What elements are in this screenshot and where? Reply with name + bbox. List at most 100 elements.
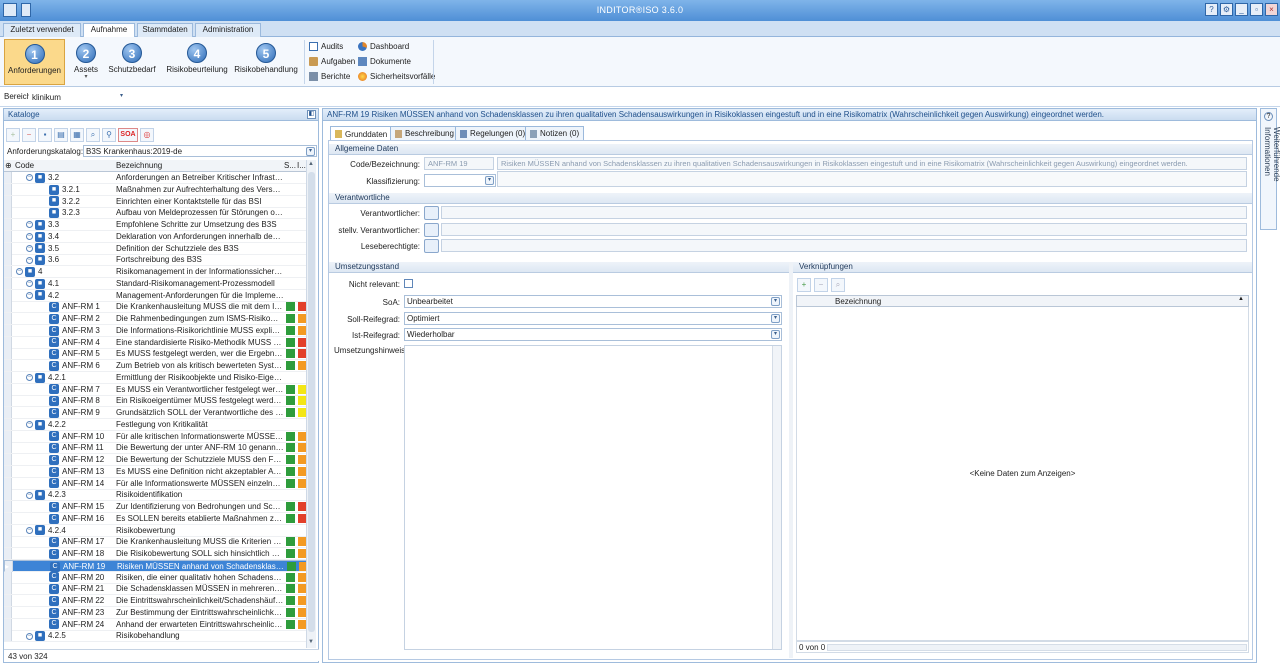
col-bezeichnung[interactable]: Bezeichnung (116, 161, 162, 170)
verantwortlicher-field[interactable] (441, 206, 1247, 219)
collapse-toggle-icon[interactable]: − (26, 291, 33, 299)
col-i[interactable]: I... (297, 161, 306, 170)
print-icon[interactable]: ▦ (70, 127, 84, 142)
dashboard-link[interactable]: Dashboard (358, 40, 409, 53)
scroll-down-icon[interactable]: ▼ (308, 639, 315, 647)
table-row[interactable]: C ANF-RM 8 Ein Risikoeigentümer MUSS festg… (4, 395, 310, 408)
tab-regelungen[interactable]: Regelungen (0) (455, 126, 531, 140)
collapse-toggle-icon[interactable]: − (26, 280, 33, 288)
stellv-verantwortlicher-field[interactable] (441, 223, 1247, 236)
table-row[interactable]: − ■ 4.2.2 Festlegung von Kritikalität (4, 418, 310, 431)
table-row[interactable]: C ANF-RM 10 Für alle kritischen Informatio… (4, 430, 310, 443)
ist-reifegrad-select[interactable]: Wiederholbar ▾ (404, 328, 782, 341)
col-code[interactable]: Code (15, 161, 34, 170)
collapse-toggle-icon[interactable]: − (26, 421, 33, 429)
table-row[interactable]: C ANF-RM 11 Die Bewertung der unter ANF-RM… (4, 442, 310, 455)
soa-select[interactable]: Unbearbeitet ▾ (404, 295, 782, 308)
user-picker-icon[interactable] (424, 239, 439, 253)
grid-scrollbar[interactable]: ▲ ▼ (306, 160, 316, 648)
table-row[interactable]: − ■ 3.4 Deklaration von Anforderungen inner… (4, 230, 310, 243)
weiterfuehrende-panel[interactable]: ? Weiterführende Informationen (1260, 108, 1280, 230)
tab-grunddaten[interactable]: Grunddaten (330, 126, 393, 141)
add-icon[interactable]: + (6, 127, 20, 142)
tab-administration[interactable]: Administration (195, 23, 261, 37)
code-field[interactable]: ANF-RM 19 (424, 157, 494, 170)
collapse-icon[interactable]: ◧ (307, 110, 316, 119)
export-icon[interactable]: ▤ (54, 127, 68, 142)
table-row[interactable]: − ■ 3.5 Definition der Schutzziele des B3S (4, 242, 310, 255)
table-row[interactable]: − ■ 3.2 Anforderungen an Betreiber Kritisch… (4, 172, 310, 184)
collapse-toggle-icon[interactable]: − (26, 491, 33, 499)
tab-aufnahme[interactable]: Aufnahme (83, 23, 135, 38)
h-scrollbar[interactable] (827, 644, 1247, 651)
leseberechtigte-field[interactable] (441, 239, 1247, 252)
tab-stammdaten[interactable]: Stammdaten (137, 23, 193, 37)
col-verkn-bezeichnung[interactable]: Bezeichnung (835, 297, 881, 306)
collapse-toggle-icon[interactable]: − (26, 233, 33, 241)
tab-beschreibung[interactable]: Beschreibung (390, 126, 459, 140)
katalog-select[interactable]: B3S Krankenhaus:2019-de ▾ (83, 145, 317, 157)
table-row[interactable]: ■ 3.2.1 Maßnahmen zur Aufrechterhaltung de… (4, 183, 310, 196)
table-row[interactable]: C ANF-RM 18 Die Risikobewertung SOLL sich … (4, 548, 310, 560)
collapse-toggle-icon[interactable]: − (26, 256, 33, 264)
remove-icon[interactable]: − (22, 127, 36, 142)
aufgaben-link[interactable]: Aufgaben (309, 55, 355, 68)
close-icon[interactable]: × (1265, 3, 1278, 16)
table-row[interactable]: ■ 3.2.2 Einrichten einer Kontaktstelle für… (4, 195, 310, 208)
anforderungen-button[interactable]: 1 Anforderungen (4, 39, 65, 85)
col-s[interactable]: S... (284, 161, 296, 170)
table-row[interactable]: C ANF-RM 16 Es SOLLEN bereits etablierte M… (4, 512, 310, 525)
table-row[interactable]: C ANF-RM 4 Eine standardisierte Risiko-Met… (4, 336, 310, 349)
restore-icon[interactable]: ▫ (1250, 3, 1263, 16)
scroll-up-icon[interactable]: ▲ (308, 161, 315, 169)
sicherheitsvorfaelle-link[interactable]: Sicherheitsvorfälle (358, 70, 435, 83)
table-row[interactable]: C ANF-RM 12 Die Bewertung der Schutzziele … (4, 454, 310, 466)
schutzbedarf-button[interactable]: 3 Schutzbedarf (107, 39, 157, 85)
assets-button[interactable]: 2 Assets ▾ (68, 39, 104, 85)
table-row[interactable]: − ■ 4.2.3 Risikoidentifikation (4, 489, 310, 502)
table-row[interactable]: C ANF-RM 22 Die Eintrittswahrscheinlichkei… (4, 595, 310, 607)
table-row[interactable]: C ANF-RM 13 Es MUSS eine Definition nicht … (4, 465, 310, 478)
nicht-relevant-checkbox[interactable] (404, 279, 413, 288)
risikobeurteilung-button[interactable]: 4 Risikobeurteilung (164, 39, 230, 85)
scroll-thumb[interactable] (308, 172, 315, 632)
collapse-toggle-icon[interactable]: − (26, 221, 33, 229)
collapse-toggle-icon[interactable]: − (26, 374, 33, 382)
klassifizierung-select[interactable]: ▾ (424, 174, 496, 187)
table-row[interactable]: ▸ C ANF-RM 19 Risiken MÜSSEN anhand von Sch… (4, 559, 310, 572)
table-row[interactable]: C ANF-RM 14 Für alle Informationswerte MÜS… (4, 477, 310, 490)
table-row[interactable]: − ■ 3.3 Empfohlene Schritte zur Umsetzung d… (4, 219, 310, 231)
berichte-link[interactable]: Berichte (309, 70, 350, 83)
search-link-icon[interactable]: ⌕ (831, 278, 845, 292)
soll-reifegrad-select[interactable]: Optimiert ▾ (404, 312, 782, 325)
audits-link[interactable]: Audits (309, 40, 343, 53)
risikobehandlung-button[interactable]: 5 Risikobehandlung (232, 39, 300, 85)
minimize-icon[interactable]: _ (1235, 3, 1248, 16)
table-row[interactable]: − ■ 4.1 Standard-Risikomanagement-Prozessmo… (4, 277, 310, 290)
save-icon[interactable]: ▪ (38, 127, 52, 142)
table-row[interactable]: C ANF-RM 20 Risiken, die einer qualitativ … (4, 571, 310, 584)
tab-notizen[interactable]: Notizen (0) (525, 126, 585, 140)
table-row[interactable]: C ANF-RM 9 Grundsätzlich SOLL der Verantwo… (4, 407, 310, 419)
table-row[interactable]: C ANF-RM 6 Zum Betrieb von als kritisch be… (4, 360, 310, 372)
table-row[interactable]: C ANF-RM 17 Die Krankenhausleitung MUSS di… (4, 536, 310, 549)
umsetzungshinweis-textarea[interactable] (404, 345, 782, 650)
expand-all-icon[interactable]: ⊕ (5, 161, 12, 170)
bereich-select[interactable]: klinikum ▾ (29, 91, 128, 103)
user-picker-icon[interactable] (424, 206, 439, 220)
table-row[interactable]: C ANF-RM 23 Zur Bestimmung der Eintrittswa… (4, 606, 310, 619)
collapse-toggle-icon[interactable]: − (26, 244, 33, 252)
table-row[interactable]: − ■ 4 Risikomanagement in der Informationss… (4, 266, 310, 278)
table-row[interactable]: C ANF-RM 2 Die Rahmenbedingungen zum ISMS-… (4, 313, 310, 325)
table-row[interactable]: − ■ 3.6 Fortschreibung des B3S (4, 254, 310, 267)
help-icon[interactable]: ? (1205, 3, 1218, 16)
table-row[interactable]: C ANF-RM 21 Die Schadensklassen MÜSSEN in … (4, 583, 310, 596)
settings-icon[interactable]: ⚙ (1220, 3, 1233, 16)
soa-button[interactable]: SOA (118, 127, 138, 142)
collapse-toggle-icon[interactable]: − (16, 268, 23, 276)
splitter[interactable] (789, 262, 793, 658)
add-link-icon[interactable]: + (797, 278, 811, 292)
table-row[interactable]: C ANF-RM 24 Anhand der erwarteten Eintritt… (4, 618, 310, 631)
tab-zuletzt[interactable]: Zuletzt verwendet (3, 23, 81, 37)
dokumente-link[interactable]: Dokumente (358, 55, 411, 68)
